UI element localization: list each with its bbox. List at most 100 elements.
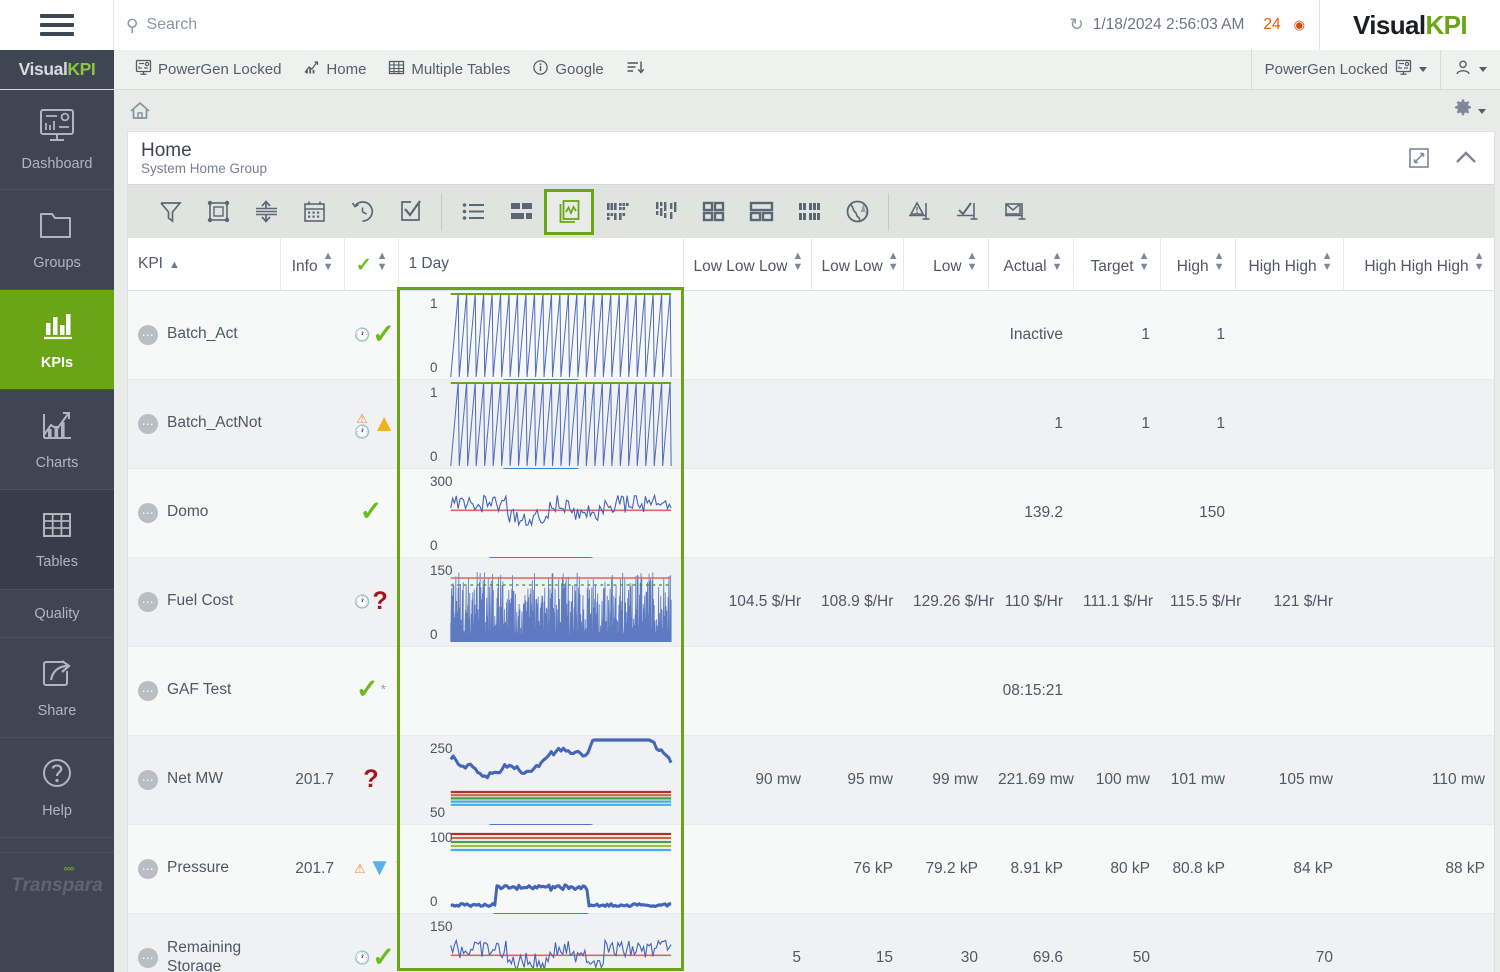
checkbox-checked-button[interactable] — [386, 190, 434, 234]
globe-map-view-button[interactable] — [833, 190, 881, 234]
column-header-high[interactable]: High▲▼ — [1160, 238, 1235, 290]
sparkline-wrapper[interactable]: 10Actual: 1 — [408, 291, 673, 379]
cell-status[interactable]: ✓ — [344, 468, 398, 557]
cell-status[interactable]: ✓* — [344, 646, 398, 735]
sidebar-item-kpis[interactable]: KPIs — [0, 290, 114, 390]
breadcrumb-item-home[interactable]: Home — [292, 59, 377, 80]
menu-toggle-button[interactable] — [0, 0, 114, 50]
cell-sparkline[interactable]: 1500 — [398, 557, 683, 646]
cell-sparkline[interactable]: 1000Actual: 13.4 — [398, 824, 683, 913]
sparkline-wrapper[interactable] — [408, 647, 673, 735]
row-menu-icon[interactable]: ⋯ — [138, 414, 158, 434]
row-menu-icon[interactable]: ⋯ — [138, 592, 158, 612]
heatmap-view-button[interactable] — [593, 190, 641, 234]
sparkline-chart[interactable] — [408, 291, 673, 379]
status-badge[interactable]: 🕐✓ — [354, 947, 395, 969]
status-badge[interactable]: 🕐✓ — [354, 324, 395, 346]
table-row[interactable]: ⋯ Pressure 201.7 ⚠▼▼ 1000Actual: 13.4 76… — [128, 824, 1494, 913]
table-row[interactable]: ⋯ GAF Test ✓* 08:15:21 — [128, 646, 1494, 735]
column-header-timerange[interactable]: 1 Day — [398, 238, 683, 290]
wide-tile-view-button[interactable] — [737, 190, 785, 234]
cell-sparkline[interactable]: 3000Actual: 178.3 — [398, 468, 683, 557]
cell-sparkline[interactable]: 10Actual: 0 — [398, 379, 683, 468]
breadcrumb-item-multiple-tables[interactable]: Multiple Tables — [377, 59, 521, 80]
status-badge[interactable]: ? — [363, 768, 378, 791]
sidebar-item-share[interactable]: Share — [0, 638, 114, 738]
column-header-actual[interactable]: Actual▲▼ — [988, 238, 1073, 290]
row-menu-icon[interactable]: ⋯ — [138, 948, 158, 968]
row-menu-icon[interactable]: ⋯ — [138, 503, 158, 523]
grouped-tile-view-button[interactable] — [785, 190, 833, 234]
refresh-status[interactable]: ↻ 1/18/2024 2:56:03 AM 24 ◉ — [1069, 0, 1320, 50]
cell-status[interactable]: 🕐? — [344, 557, 398, 646]
row-menu-icon[interactable]: ⋯ — [138, 325, 158, 345]
kpi-table-container[interactable]: KPI▲ Info▲▼ ✓▲▼ 1 Day — [128, 238, 1494, 972]
history-clock-button[interactable] — [338, 190, 386, 234]
sidebar-logo[interactable]: VisualKPI — [0, 50, 114, 89]
alert-report-button[interactable] — [896, 190, 944, 234]
table-row[interactable]: ⋯ Batch_Act 🕐✓ 10Actual: 1 Inactive 1 1 — [128, 290, 1494, 379]
cell-kpi-name[interactable]: ⋯ Batch_ActNot — [128, 379, 280, 468]
status-badge[interactable]: ⚠🕐▲ — [354, 412, 396, 438]
cell-kpi-name[interactable]: ⋯ Remaining Storage — [128, 913, 280, 972]
sidebar-item-charts[interactable]: Charts — [0, 390, 114, 490]
breadcrumb-item-powergen-locked[interactable]: PowerGen Locked — [124, 59, 292, 80]
breadcrumb-item-google[interactable]: Google — [521, 59, 614, 80]
row-menu-icon[interactable]: ⋯ — [138, 681, 158, 701]
sparkline-wrapper[interactable]: 1500 — [408, 558, 673, 646]
sparkline-chart[interactable] — [408, 380, 673, 468]
cell-status[interactable]: ⚠🕐▲ — [344, 379, 398, 468]
collapse-panel-button[interactable] — [1452, 148, 1480, 168]
cell-kpi-name[interactable]: ⋯ Batch_Act — [128, 290, 280, 379]
list-view-button[interactable] — [449, 190, 497, 234]
cell-sparkline[interactable]: 150Actual: 89.2 — [398, 913, 683, 972]
column-header-kpi[interactable]: KPI▲ — [128, 238, 280, 290]
email-report-button[interactable] — [992, 190, 1040, 234]
home-breadcrumb-button[interactable] — [128, 99, 152, 123]
compact-list-view-button[interactable] — [497, 190, 545, 234]
expand-button[interactable] — [1408, 147, 1430, 169]
sparkline-wrapper[interactable]: 150Actual: 89.2 — [408, 914, 673, 972]
tile-view-button[interactable] — [689, 190, 737, 234]
cell-sparkline[interactable] — [398, 646, 683, 735]
cell-kpi-name[interactable]: ⋯ Net MW — [128, 735, 280, 824]
app-logo[interactable]: VisualKPI — [1320, 0, 1500, 50]
column-header-info[interactable]: Info▲▼ — [280, 238, 344, 290]
context-selector-powergen-locked[interactable]: PowerGen Locked — [1251, 50, 1440, 89]
cell-kpi-name[interactable]: ⋯ Pressure — [128, 824, 280, 913]
sparkline-view-button[interactable] — [545, 190, 593, 234]
table-row[interactable]: ⋯ Net MW 201.7 ? 25050Actual: 184.2 90 m… — [128, 735, 1494, 824]
cell-kpi-name[interactable]: ⋯ Domo — [128, 468, 280, 557]
cell-status[interactable]: 🕐✓ — [344, 913, 398, 972]
cell-kpi-name[interactable]: ⋯ Fuel Cost — [128, 557, 280, 646]
cell-kpi-name[interactable]: ⋯ GAF Test — [128, 646, 280, 735]
sidebar-item-quality[interactable]: Quality — [0, 590, 114, 638]
sidebar-item-help[interactable]: Help — [0, 738, 114, 838]
settings-menu-button[interactable] — [1452, 98, 1486, 125]
status-badge[interactable]: ✓* — [356, 679, 386, 701]
table-row[interactable]: ⋯ Batch_ActNot ⚠🕐▲ 10Actual: 0 1 1 1 — [128, 379, 1494, 468]
sparkline-wrapper[interactable]: 25050Actual: 184.2 — [408, 736, 673, 824]
barcode-view-button[interactable] — [641, 190, 689, 234]
table-row[interactable]: ⋯ Fuel Cost 🕐? 1500 104.5 $/Hr 108.9 $/H… — [128, 557, 1494, 646]
refresh-icon[interactable]: ↻ — [1069, 15, 1083, 35]
search-input[interactable]: ⚲ Search — [114, 0, 1069, 50]
status-badge[interactable]: 🕐? — [354, 590, 387, 613]
column-header-high-high-high[interactable]: High High High▲▼ — [1343, 238, 1494, 290]
approved-report-button[interactable] — [944, 190, 992, 234]
table-row[interactable]: ⋯ Domo ✓ 3000Actual: 178.3 139.2 150 — [128, 468, 1494, 557]
sidebar-item-tables[interactable]: Tables — [0, 490, 114, 590]
sidebar-item-dashboard[interactable]: Dashboard — [0, 90, 114, 190]
select-area-button[interactable] — [194, 190, 242, 234]
column-header-low-low[interactable]: Low Low▲▼ — [811, 238, 903, 290]
cell-status[interactable]: ? — [344, 735, 398, 824]
sparkline-wrapper[interactable]: 10Actual: 0 — [408, 380, 673, 468]
cell-sparkline[interactable]: 10Actual: 1 — [398, 290, 683, 379]
status-badge[interactable]: ✓ — [360, 501, 383, 523]
column-header-high-high[interactable]: High High▲▼ — [1235, 238, 1343, 290]
sort-order-button[interactable] — [615, 59, 656, 80]
row-menu-icon[interactable]: ⋯ — [138, 770, 158, 790]
column-header-target[interactable]: Target▲▼ — [1073, 238, 1160, 290]
column-header-status[interactable]: ✓▲▼ — [344, 238, 398, 290]
column-header-low[interactable]: Low▲▼ — [903, 238, 988, 290]
